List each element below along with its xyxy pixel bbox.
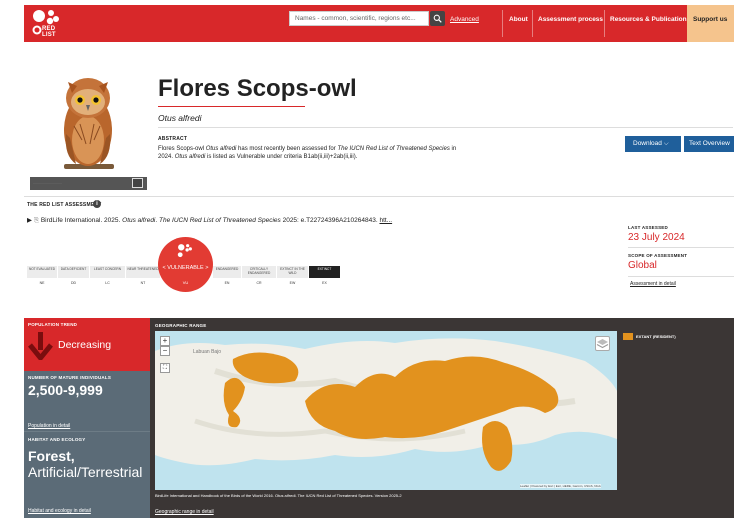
- vu-label: < VULNERABLE >: [162, 265, 209, 271]
- divider: [24, 196, 734, 197]
- map-place-label: Labuan Bajo: [193, 349, 221, 355]
- last-assessed-label: LAST ASSESSED: [628, 225, 668, 230]
- population-trend-label: POPULATION TREND: [28, 322, 78, 327]
- title-underline: [158, 106, 305, 107]
- species-scientific-name: Otus alfredi: [158, 113, 202, 123]
- logo-text: RED LIST: [42, 26, 56, 38]
- category-ew[interactable]: EXTINCT IN THE WILD: [277, 266, 308, 278]
- fullscreen-icon[interactable]: ⛶: [160, 363, 170, 373]
- last-assessed-value: 23 July 2024: [628, 232, 685, 243]
- category-abbr: CR: [256, 281, 262, 285]
- legend-swatch-extant: [623, 333, 633, 340]
- map-citation: BirdLife International and Handbook of t…: [155, 493, 402, 498]
- header-divider: [502, 10, 503, 37]
- expand-triangle-icon: ▶: [27, 217, 32, 224]
- species-illustration: [64, 78, 114, 169]
- search-icon: [433, 14, 442, 23]
- habitat-value: Forest, Artificial/Terrestrial: [28, 448, 143, 480]
- nav-resources-publications[interactable]: Resources & Publications: [610, 16, 690, 23]
- category-abbr: DD: [70, 281, 77, 285]
- category-abbr: NE: [39, 281, 45, 285]
- map-canvas: Labuan Bajo: [155, 338, 617, 471]
- mature-individuals-card: [24, 371, 150, 431]
- support-us-button[interactable]: Support us: [687, 5, 734, 42]
- assessment-citation[interactable]: ▶ ⎘ BirdLife International. 2025. Otus a…: [27, 216, 392, 225]
- population-in-detail-link[interactable]: Population in detail: [28, 423, 70, 429]
- nav-assessment-process[interactable]: Assessment process: [538, 16, 603, 23]
- category-ne[interactable]: NOT EVALUATED: [27, 266, 57, 278]
- category-abbr: LC: [105, 281, 110, 285]
- chevron-right-icon: >: [205, 265, 209, 271]
- chevron-left-icon: <: [162, 265, 166, 271]
- abstract-text: Flores Scops-owl Otus alfredi has most r…: [158, 146, 457, 160]
- top-navigation-bar: RED LIST Names - common, scientific, reg…: [24, 5, 734, 42]
- abstract-label: ABSTRACT: [158, 136, 188, 142]
- mature-individuals-label: NUMBER OF MATURE INDIVIDUALS: [28, 375, 112, 380]
- category-abbr: EW: [289, 281, 296, 285]
- red-list-logo-icon: [177, 244, 192, 258]
- search-button[interactable]: [430, 11, 445, 26]
- species-common-name: Flores Scops-owl: [158, 75, 357, 102]
- mature-individuals-value: 2,500-9,999: [28, 382, 103, 398]
- range-map[interactable]: Labuan Bajo: [155, 331, 617, 490]
- header-divider: [532, 10, 533, 37]
- category-lc[interactable]: LEAST CONCERN: [90, 266, 125, 278]
- geographic-range-in-detail-link[interactable]: Geographic range in detail: [155, 509, 214, 515]
- chevron-down-icon: ⌵: [663, 140, 669, 147]
- layers-icon[interactable]: [595, 336, 610, 351]
- population-trend-value: Decreasing: [58, 339, 112, 351]
- text-overview-button[interactable]: Text Overview: [684, 136, 734, 152]
- category-dd[interactable]: DATA DEFICIENT: [58, 266, 89, 278]
- scope-value: Global: [628, 260, 657, 271]
- red-list-logo[interactable]: RED LIST: [31, 8, 63, 39]
- category-abbr: EX: [322, 281, 327, 285]
- arrow-down-icon: [28, 332, 53, 360]
- category-abbr: VU: [182, 280, 189, 285]
- zoom-in-button[interactable]: +: [160, 336, 170, 346]
- image-credit: ·····························: [33, 181, 62, 185]
- geographic-range-label: GEOGRAPHIC RANGE: [155, 323, 207, 328]
- category-abbr: EN: [224, 281, 230, 285]
- category-nt[interactable]: NEAR THREATENED: [126, 266, 160, 278]
- divider: [628, 276, 734, 277]
- copy-icon: ⎘: [33, 217, 40, 224]
- header-divider: [604, 10, 605, 37]
- category-abbr: NT: [140, 281, 146, 285]
- divider: [628, 247, 734, 248]
- map-attribution: Leaflet | Powered by Esri | Esri, HERE, …: [520, 484, 601, 488]
- download-button[interactable]: Download ⌵: [625, 136, 681, 152]
- info-icon[interactable]: i: [93, 200, 101, 208]
- legend-label-extant: EXTANT (RESIDENT): [636, 334, 676, 339]
- advanced-search-link[interactable]: Advanced: [450, 16, 479, 23]
- category-ex[interactable]: EXTINCT: [309, 266, 340, 278]
- red-list-assessment-label: THE RED LIST ASSESSMENT: [27, 202, 102, 208]
- category-en[interactable]: ENDANGERED: [213, 266, 241, 278]
- divider: [158, 127, 733, 128]
- zoom-out-button[interactable]: −: [160, 346, 170, 356]
- habitat-in-detail-link[interactable]: Habitat and ecology in detail: [28, 508, 91, 514]
- nav-about[interactable]: About: [509, 16, 528, 23]
- category-cr[interactable]: CRITICALLY ENDANGERED: [242, 266, 276, 278]
- habitat-label: HABITAT AND ECOLOGY: [28, 437, 86, 442]
- assessment-in-detail-link[interactable]: Assessment in detail: [630, 281, 676, 287]
- scope-label: SCOPE OF ASSESSMENT: [628, 253, 688, 258]
- expand-image-icon[interactable]: [132, 178, 143, 188]
- download-label: Download: [633, 140, 662, 147]
- search-input[interactable]: Names - common, scientific, regions etc.…: [289, 11, 429, 26]
